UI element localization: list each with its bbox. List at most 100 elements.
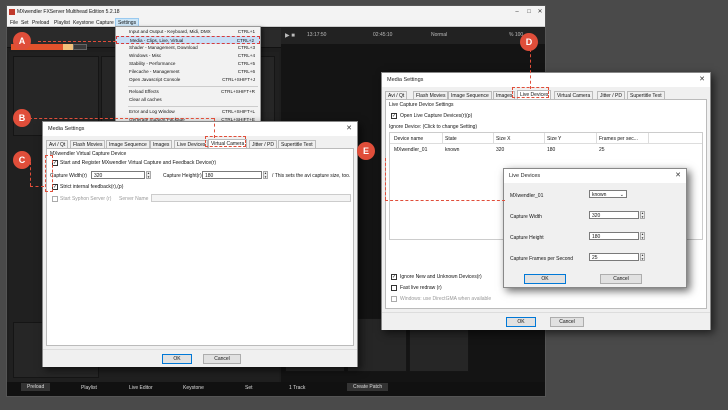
height-spinner[interactable]: ▲ ▼ [263,171,268,179]
menu-item-media[interactable]: Media - Clips, Live, Virtual CTRL+2 [116,36,260,44]
syphon-label: Start Syphon Server (r) [60,196,112,202]
close-icon[interactable]: ✕ [535,8,545,16]
menu-item-stability[interactable]: Stability - Performance CTRL+5 [116,60,260,68]
tab-flash-movies[interactable]: Flash Movies [413,91,449,99]
chevron-down-icon: ⌄ [619,192,624,198]
callout-line-b [24,118,214,119]
callout-outline-checkboxes [45,155,53,192]
state-select[interactable]: known ⌄ [589,190,627,198]
ok-button[interactable]: OK [162,354,192,364]
cancel-button[interactable]: Cancel [203,354,241,364]
capture-height-input[interactable]: 180 [589,232,639,240]
fast-redraw-checkbox[interactable] [391,285,397,291]
menu-item-reload-effects[interactable]: Reload Effects CTRL+SHIFT+R [116,88,260,96]
ok-button[interactable]: OK [524,274,566,284]
menu-separator [128,86,258,87]
ok-button[interactable]: OK [506,317,536,327]
cancel-button[interactable]: Cancel [600,274,642,284]
callout-outline-live-tab [512,87,549,98]
close-icon[interactable]: ✕ [675,171,681,179]
menu-item-shader[interactable]: Shader - Management, Download CTRL+3 [116,44,260,52]
live-devices-dialog: Live Devices ✕ MXwendler_01 known ⌄ Captu… [503,168,687,288]
menu-playlist[interactable]: Playlist [54,20,70,26]
create-patch-button[interactable]: Create Patch [347,383,389,391]
callout-line-a [38,41,116,42]
width-spinner[interactable]: ▲ ▼ [146,171,151,179]
tab-flash-movies[interactable]: Flash Movies [70,140,106,148]
open-live-checkbox[interactable]: ✓ [391,113,397,119]
col-device-name[interactable]: Device name [394,136,423,142]
callout-marker-a: A [13,32,31,50]
start-register-label: Start and Register MXwendler Virtual Cap… [60,160,217,166]
tab-playlist[interactable]: Playlist [81,385,97,391]
tab-image-sequence[interactable]: Image Sequence [106,140,150,148]
callout-line-e-vertical [385,158,386,200]
maximize-icon[interactable]: □ [524,8,534,16]
cancel-button[interactable]: Cancel [550,317,584,327]
transport-bar: ▶ ■ 13:17:50 02:45:10 Normal % 100 [281,28,545,44]
menu-preload[interactable]: Preload [32,20,49,26]
menu-item-error-log[interactable]: Error and Log Window CTRL+SHIFT+L [116,108,260,116]
capture-fps-input[interactable]: 25 [589,253,639,261]
tab-supertitle[interactable]: Supertitle Text [278,140,316,148]
capture-width-input[interactable]: 320 [91,171,145,179]
col-size-x[interactable]: Size X [496,136,510,142]
cell-fps: 25 [599,147,605,153]
menu-capture[interactable]: Capture [96,20,114,26]
tab-image-sequence[interactable]: Image Sequence [448,91,492,99]
menu-item-filecache[interactable]: Filecache - Management CTRL+6 [116,68,260,76]
tab-live-devices[interactable]: Live Devices [174,140,209,148]
capture-width-label: Capture Width [510,214,542,220]
height-spinner[interactable]: ▲ ▼ [640,232,645,240]
menu-item-clear-caches[interactable]: Clear all caches [116,96,260,104]
table-row[interactable]: MXwendler_01 known 320 180 25 [390,145,702,154]
menu-item-windows[interactable]: Windows - Misc CTRL+4 [116,52,260,60]
col-size-y[interactable]: Size Y [547,136,561,142]
menu-file[interactable]: File [10,20,18,26]
virtual-camera-panel: MXwendler Virtual Capture Device ✓ Start… [46,148,354,346]
progress-bar-segment [63,44,73,50]
menu-item-js-console[interactable]: Open Javascript Console CTRL+SHIFT+J [116,76,260,84]
col-state[interactable]: State [445,136,457,142]
menu-keystone[interactable]: Keystone [73,20,94,26]
width-spinner[interactable]: ▲ ▼ [640,211,645,219]
play-icon[interactable]: ▶ ■ [285,32,295,39]
tab-supertitle[interactable]: Supertitle Text [627,91,665,99]
minimize-icon[interactable]: – [512,8,522,16]
bottom-tab-bar: Preload Playlist Live Editor Keystone Se… [7,382,545,396]
capture-width-input[interactable]: 320 [589,211,639,219]
close-icon[interactable]: ✕ [699,75,705,83]
cell-size-y: 180 [547,147,556,153]
progress-bar-end [73,44,87,50]
syphon-checkbox[interactable] [52,196,58,202]
group-title: Live Capture Device Settings [389,102,454,108]
dialog-title-bar: Media Settings ✕ [382,73,710,87]
tab-avi-qt[interactable]: Avi / Qt [46,140,69,148]
menu-set[interactable]: Set [21,20,29,26]
tab-preload[interactable]: Preload [21,383,51,391]
callout-outline-virtual-tab [205,136,246,147]
callout-marker-c: C [13,151,31,169]
dialog-button-bar: OK Cancel [382,312,710,330]
tab-jitter-pd[interactable]: Jitter / PD [249,140,277,148]
capture-width-label: Capture Width(r) [50,173,87,179]
server-name-input[interactable] [151,194,351,202]
tab-live-editor[interactable]: Live Editor [129,385,153,391]
tab-keystone[interactable]: Keystone [183,385,204,391]
tab-jitter-pd[interactable]: Jitter / PD [597,91,625,99]
dialog-title-bar: Live Devices ✕ [504,169,686,183]
cell-state: known [445,147,460,153]
menu-item-input-output[interactable]: Input and Output - Keyboard, Midi, DMX CT… [116,28,260,36]
directgma-checkbox[interactable] [391,296,397,302]
group-title: MXwendler Virtual Capture Device [50,151,127,157]
tab-virtual-camera[interactable]: Virtual Camera [554,91,594,99]
ignore-new-checkbox[interactable]: ✓ [391,274,397,280]
tab-avi-qt[interactable]: Avi / Qt [385,91,408,99]
col-fps[interactable]: Frames per sec... [599,136,638,142]
tab-set[interactable]: Set [245,385,253,391]
fps-spinner[interactable]: ▲ ▼ [640,253,645,261]
tab-images[interactable]: Images [150,140,173,148]
track-count[interactable]: 1 Track [289,385,305,391]
close-icon[interactable]: ✕ [346,124,352,132]
capture-height-input[interactable]: 180 [202,171,262,179]
